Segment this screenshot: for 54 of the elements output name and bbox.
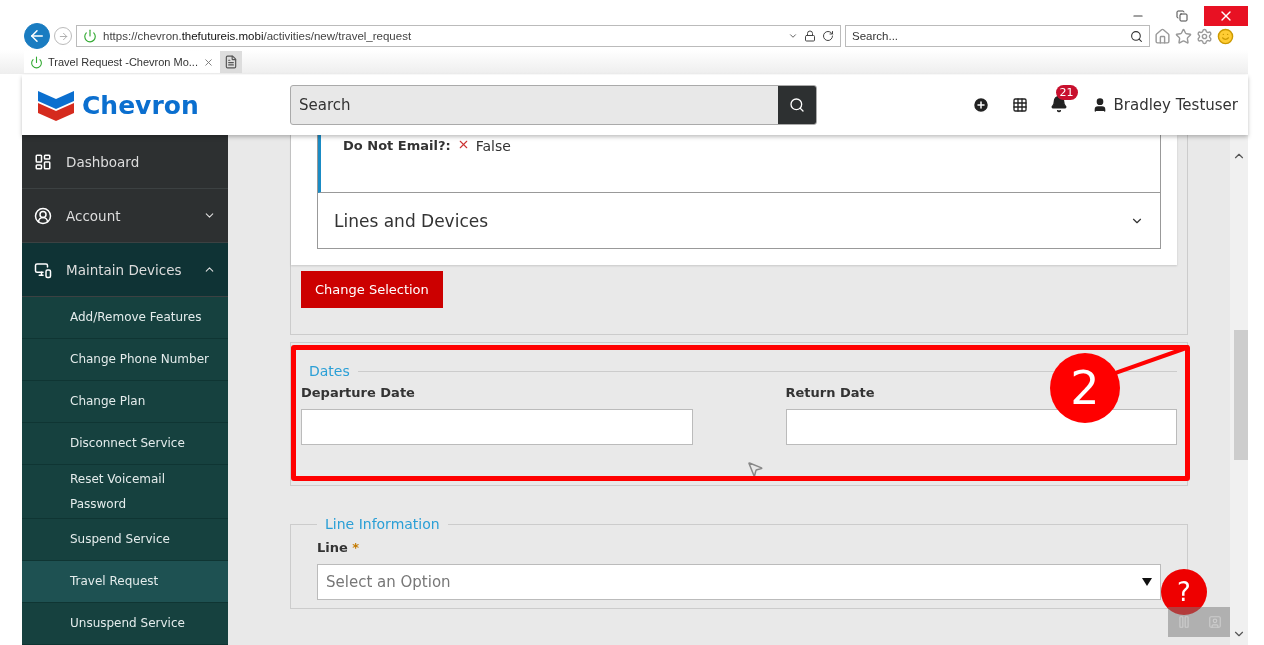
step-number: 2 (1050, 353, 1120, 423)
restore-icon (1176, 10, 1188, 22)
close-button[interactable] (1204, 6, 1248, 26)
select-field[interactable]: Select an Option (317, 564, 1161, 600)
power-icon (83, 29, 97, 43)
lock-icon (804, 30, 816, 42)
power-icon (30, 55, 43, 69)
search-icon[interactable] (789, 97, 805, 113)
dropdown-triangle-icon (1142, 578, 1152, 586)
devices-icon (34, 260, 52, 279)
arrow-right-icon (57, 30, 69, 42)
dashboard-icon (34, 152, 52, 171)
cursor-icon (746, 460, 764, 478)
new-tab-button[interactable] (220, 51, 242, 73)
back-button[interactable] (24, 23, 50, 49)
browser-tab[interactable]: Travel Request -Chevron Mo... (24, 51, 220, 73)
user-circle-icon (34, 206, 52, 225)
apps-grid-icon[interactable] (1011, 97, 1028, 113)
field-label: Line * (317, 540, 361, 555)
search-field[interactable]: Search (290, 85, 817, 125)
scroll-thumb[interactable] (1234, 330, 1248, 460)
browser-search-field[interactable]: Search... (852, 30, 899, 42)
brand-name: Chevron (82, 90, 199, 120)
chevron-logo-icon (38, 89, 74, 121)
section-legend: Line Information (317, 516, 448, 532)
home-icon[interactable] (1154, 27, 1171, 45)
refresh-icon[interactable] (822, 30, 834, 42)
scrollbar[interactable] (1230, 135, 1248, 645)
page-icon (224, 55, 238, 69)
detail-label: Do Not Email?: (343, 138, 451, 155)
dropdown-icon[interactable] (788, 31, 798, 41)
notification-count: 21 (1055, 85, 1078, 100)
settings-icon[interactable] (1196, 27, 1213, 45)
user-name[interactable]: Bradley Testuser (1113, 96, 1238, 114)
date-field[interactable] (785, 409, 1177, 445)
section-legend: Dates (301, 363, 358, 379)
accordion-header[interactable]: Lines and Devices (318, 193, 1160, 248)
sidebar-item[interactable]: Maintain Devices (22, 243, 228, 298)
date-field[interactable] (301, 409, 693, 445)
smiley-icon[interactable] (1217, 27, 1234, 45)
detail-value: False (475, 138, 511, 154)
sidebar-item[interactable]: Account (22, 189, 228, 244)
search-icon[interactable] (1130, 29, 1143, 43)
change-selection-button[interactable]: Change Selection (301, 271, 443, 308)
sidebar-item[interactable]: Dashboard (22, 135, 228, 189)
bell-icon[interactable] (1049, 95, 1068, 113)
sidebar-subitem[interactable]: Travel Request (22, 561, 228, 603)
close-icon[interactable] (203, 56, 214, 68)
add-icon[interactable] (971, 96, 990, 114)
field-label: Departure Date (301, 385, 416, 400)
help-button[interactable]: ? (1161, 569, 1207, 615)
star-icon[interactable] (1175, 27, 1192, 45)
field-label: Return Date (785, 385, 876, 400)
forward-button[interactable] (54, 27, 72, 45)
